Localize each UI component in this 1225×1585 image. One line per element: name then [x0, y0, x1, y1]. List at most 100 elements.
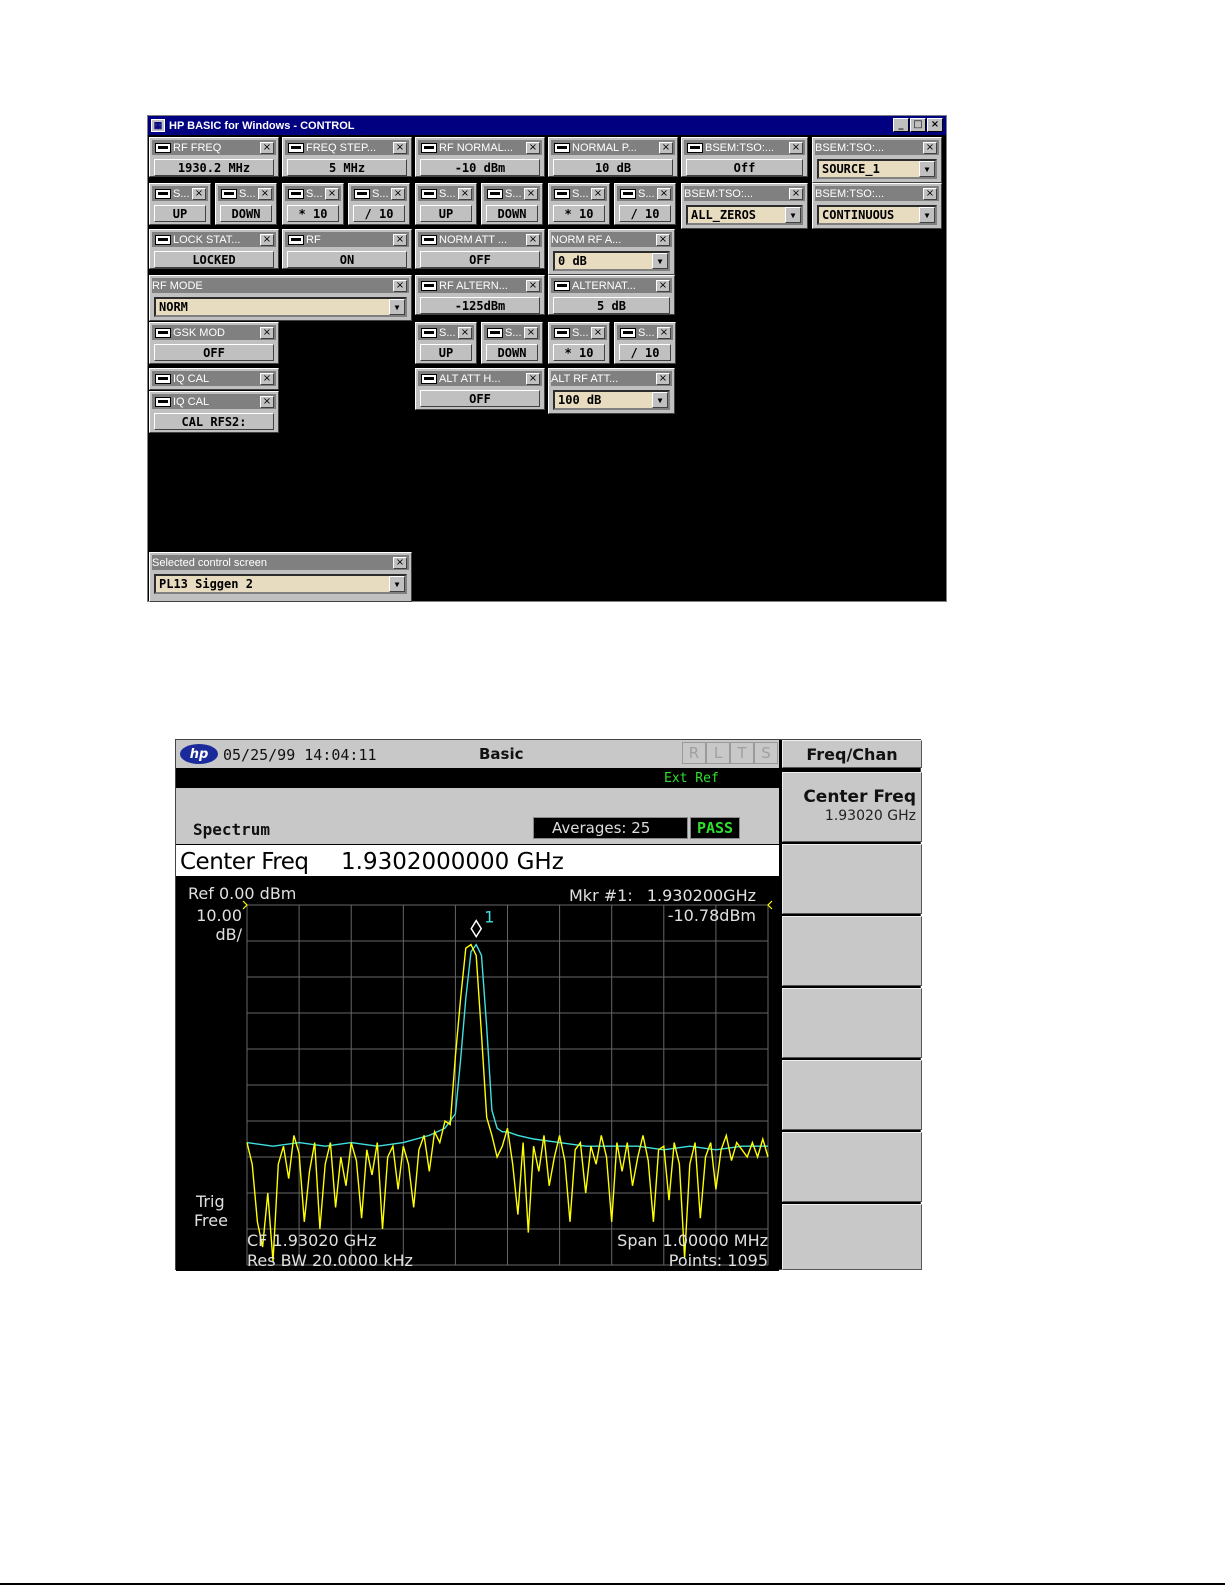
- panel-value-button[interactable]: LOCKED: [154, 251, 274, 268]
- dropdown-arrow-icon[interactable]: ▼: [919, 161, 935, 177]
- panel-value-button[interactable]: UP: [420, 344, 472, 361]
- panel-close-icon[interactable]: ×: [923, 141, 937, 154]
- panel-close-icon[interactable]: ×: [789, 141, 803, 154]
- panel-close-icon[interactable]: ×: [393, 556, 407, 569]
- panel-close-icon[interactable]: ×: [526, 141, 540, 154]
- dropdown-arrow-icon[interactable]: ▼: [919, 207, 935, 223]
- panel-value-button[interactable]: OFF: [154, 344, 274, 361]
- panel-close-icon[interactable]: ×: [659, 141, 673, 154]
- panel-header[interactable]: S... ×: [285, 186, 341, 201]
- panel-close-icon[interactable]: ×: [657, 326, 671, 339]
- panel-header[interactable]: S... ×: [152, 186, 208, 201]
- panel-value-button[interactable]: * 10: [553, 344, 605, 361]
- panel-dropdown[interactable]: 100 dB ▼: [553, 390, 670, 410]
- panel-header[interactable]: S... ×: [551, 325, 607, 340]
- panel-header[interactable]: S... ×: [351, 186, 407, 201]
- softkey-3[interactable]: [782, 916, 922, 986]
- dropdown-arrow-icon[interactable]: ▼: [389, 576, 405, 592]
- panel-value-button[interactable]: ON: [287, 251, 407, 268]
- panel-close-icon[interactable]: ×: [393, 141, 407, 154]
- panel-header[interactable]: ALT RF ATT... ×: [551, 371, 672, 386]
- panel-header[interactable]: LOCK STAT... ×: [152, 232, 276, 247]
- panel-header[interactable]: BSEM:TSO:... ×: [815, 186, 939, 201]
- panel-dropdown[interactable]: NORM ▼: [154, 297, 407, 317]
- panel-header[interactable]: ALT ATT H... ×: [418, 371, 542, 386]
- panel-close-icon[interactable]: ×: [393, 279, 407, 292]
- dropdown-arrow-icon[interactable]: ▼: [389, 299, 405, 315]
- panel-header[interactable]: NORMAL P... ×: [551, 140, 675, 155]
- panel-close-icon[interactable]: ×: [393, 233, 407, 246]
- panel-header[interactable]: Selected control screen ×: [152, 555, 409, 570]
- panel-value-button[interactable]: / 10: [619, 205, 671, 222]
- panel-close-icon[interactable]: ×: [325, 187, 339, 200]
- panel-header[interactable]: S... ×: [484, 325, 540, 340]
- panel-value-button[interactable]: -10 dBm: [420, 159, 540, 176]
- softkey-center-freq[interactable]: Center Freq 1.93020 GHz: [782, 772, 922, 842]
- panel-close-icon[interactable]: ×: [656, 372, 670, 385]
- window-titlebar[interactable]: ▦ HP BASIC for Windows - CONTROL _ □ ×: [148, 116, 946, 135]
- panel-value-button[interactable]: * 10: [553, 205, 605, 222]
- panel-close-icon[interactable]: ×: [458, 187, 472, 200]
- panel-header[interactable]: BSEM:TSO:... ×: [684, 140, 805, 155]
- panel-header[interactable]: S... ×: [418, 325, 474, 340]
- panel-value-button[interactable]: 10 dB: [553, 159, 673, 176]
- panel-close-icon[interactable]: ×: [526, 279, 540, 292]
- panel-header[interactable]: FREQ STEP... ×: [285, 140, 409, 155]
- panel-close-icon[interactable]: ×: [458, 326, 472, 339]
- close-button[interactable]: ×: [927, 118, 943, 132]
- softkey-6[interactable]: [782, 1132, 922, 1202]
- panel-close-icon[interactable]: ×: [591, 187, 605, 200]
- panel-header[interactable]: RF ×: [285, 232, 409, 247]
- panel-value-button[interactable]: UP: [420, 205, 472, 222]
- panel-header[interactable]: S... ×: [617, 186, 673, 201]
- panel-header[interactable]: S... ×: [484, 186, 540, 201]
- panel-value-button[interactable]: UP: [154, 205, 206, 222]
- panel-header[interactable]: GSK MOD ×: [152, 325, 276, 340]
- panel-close-icon[interactable]: ×: [260, 141, 274, 154]
- panel-close-icon[interactable]: ×: [923, 187, 937, 200]
- panel-close-icon[interactable]: ×: [656, 279, 670, 292]
- panel-dropdown[interactable]: ALL_ZEROS ▼: [686, 205, 803, 225]
- softkey-2[interactable]: [782, 844, 922, 914]
- panel-close-icon[interactable]: ×: [192, 187, 206, 200]
- panel-value-button[interactable]: DOWN: [220, 205, 272, 222]
- panel-close-icon[interactable]: ×: [260, 326, 274, 339]
- panel-close-icon[interactable]: ×: [260, 372, 274, 385]
- panel-value-button[interactable]: 5 MHz: [287, 159, 407, 176]
- panel-value-button[interactable]: OFF: [420, 251, 540, 268]
- panel-header[interactable]: NORM RF A... ×: [551, 232, 672, 247]
- panel-value-button[interactable]: 1930.2 MHz: [154, 159, 274, 176]
- panel-value-button[interactable]: CAL RFS2:: [154, 413, 274, 430]
- dropdown-arrow-icon[interactable]: ▼: [652, 392, 668, 408]
- panel-close-icon[interactable]: ×: [657, 187, 671, 200]
- dropdown-arrow-icon[interactable]: ▼: [785, 207, 801, 223]
- panel-header[interactable]: RF MODE ×: [152, 278, 409, 293]
- panel-header[interactable]: IQ CAL ×: [152, 371, 276, 386]
- panel-dropdown[interactable]: SOURCE_1 ▼: [817, 159, 937, 179]
- panel-value-button[interactable]: OFF: [420, 390, 540, 407]
- softkey-7[interactable]: [782, 1204, 922, 1270]
- panel-close-icon[interactable]: ×: [656, 233, 670, 246]
- panel-header[interactable]: RF NORMAL... ×: [418, 140, 542, 155]
- softkey-4[interactable]: [782, 988, 922, 1058]
- panel-close-icon[interactable]: ×: [524, 187, 538, 200]
- panel-dropdown[interactable]: 0 dB ▼: [553, 251, 670, 271]
- panel-header[interactable]: BSEM:TSO:... ×: [684, 186, 805, 201]
- panel-close-icon[interactable]: ×: [526, 372, 540, 385]
- dropdown-arrow-icon[interactable]: ▼: [652, 253, 668, 269]
- panel-header[interactable]: ALTERNAT... ×: [551, 278, 672, 293]
- panel-close-icon[interactable]: ×: [526, 233, 540, 246]
- panel-header[interactable]: S... ×: [218, 186, 274, 201]
- panel-header[interactable]: RF ALTERN... ×: [418, 278, 542, 293]
- panel-header[interactable]: BSEM:TSO:... ×: [815, 140, 939, 155]
- panel-header[interactable]: S... ×: [617, 325, 673, 340]
- panel-value-button[interactable]: 5 dB: [553, 297, 670, 314]
- panel-dropdown[interactable]: PL13 Siggen 2 ▼: [154, 574, 407, 594]
- panel-close-icon[interactable]: ×: [524, 326, 538, 339]
- panel-close-icon[interactable]: ×: [260, 233, 274, 246]
- panel-close-icon[interactable]: ×: [591, 326, 605, 339]
- minimize-button[interactable]: _: [893, 118, 909, 132]
- panel-close-icon[interactable]: ×: [258, 187, 272, 200]
- panel-value-button[interactable]: -125dBm: [420, 297, 540, 314]
- panel-dropdown[interactable]: CONTINUOUS ▼: [817, 205, 937, 225]
